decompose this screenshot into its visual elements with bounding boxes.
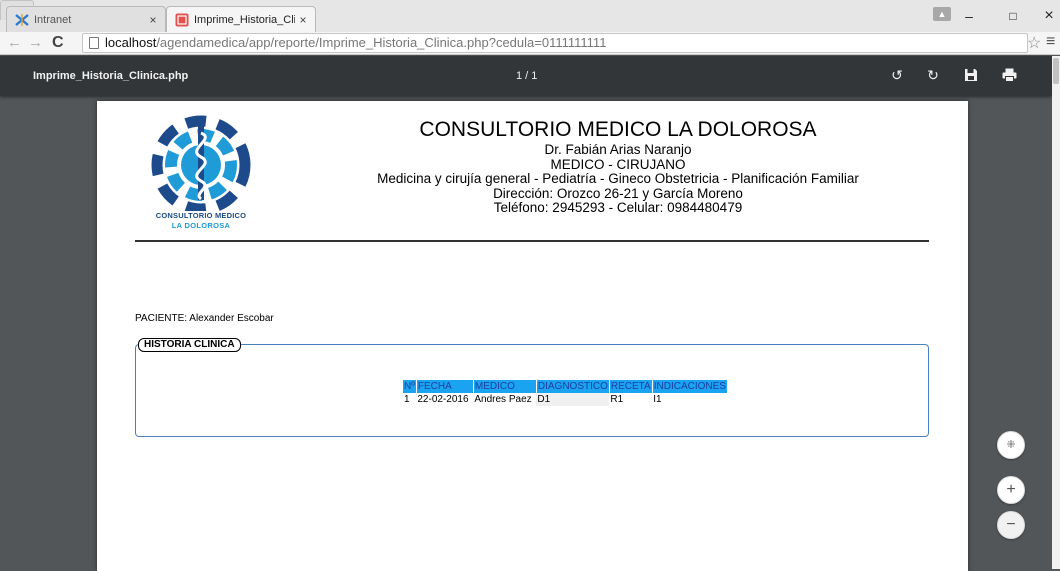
header-divider [135, 240, 929, 242]
cell-prescription: R1 [610, 394, 624, 405]
column-header: FECHA [416, 380, 474, 393]
table-header-row: Nº FECHA MEDICO DIAGNOSTICO RECETA INDIC… [403, 380, 728, 393]
clinic-name: CONSULTORIO MEDICO LA DOLOROSA [419, 118, 817, 141]
doctor-name: Dr. Fabián Arias Naranjo [544, 142, 692, 157]
pdf-toolbar: Imprime_Historia_Clinica.php 1 / 1 ↺ ↻ [0, 56, 1052, 96]
url-host: localhost [105, 35, 157, 50]
scrollbar-thumb[interactable] [1053, 58, 1059, 84]
maximize-button[interactable]: □ [1002, 6, 1024, 26]
pdf-favicon-icon [175, 13, 189, 26]
address-bar[interactable]: localhost/agendamedica/app/reporte/Impri… [82, 33, 1028, 53]
vertical-scrollbar[interactable] [1052, 56, 1060, 569]
cell-number: 1 [404, 394, 410, 405]
column-header: Nº [403, 380, 417, 393]
back-arrow-icon[interactable]: ← [7, 34, 22, 52]
rotate-counterclockwise-icon[interactable]: ↺ [887, 65, 907, 85]
close-window-button[interactable]: × [1038, 6, 1060, 26]
browser-tab-bar: Intranet × Imprime_Historia_Clinica.p × … [0, 0, 1060, 32]
reload-icon[interactable]: C [52, 34, 64, 52]
address: Dirección: Orozco 26-21 y García Moreno [493, 185, 743, 201]
logo-text-line2: LA DOLOROSA [171, 221, 231, 230]
close-tab-icon[interactable]: × [295, 13, 311, 27]
pdf-page: CONSULTORIO MEDICO LA DOLOROSA CONSULTOR… [97, 101, 968, 571]
tab-title: Imprime_Historia_Clinica.p [194, 13, 295, 26]
letterhead: CONSULTORIO MEDICO LA DOLOROSA Dr. Fabiá… [333, 117, 903, 216]
tab-title: Intranet [34, 13, 72, 26]
column-header: MEDICO [473, 380, 537, 393]
cell-diagnosis: D1 [536, 393, 610, 406]
history-legend: HISTORIA CLINICA [138, 338, 241, 352]
minimize-button[interactable]: – [958, 6, 980, 26]
column-header: RECETA [609, 380, 653, 393]
tab-intranet[interactable]: Intranet × [6, 6, 166, 32]
doctor-title: MEDICO - CIRUJANO [550, 156, 686, 172]
cell-doctor: Andres Paez [474, 394, 532, 405]
zoom-out-icon[interactable]: − [997, 511, 1025, 539]
cell-indications: I1 [653, 394, 662, 405]
zoom-in-icon[interactable]: + [997, 476, 1025, 504]
bookmark-star-icon[interactable]: ☆ [1027, 33, 1041, 53]
tab-report[interactable]: Imprime_Historia_Clinica.p × [166, 6, 316, 32]
browser-toolbar: ← → C localhost/agendamedica/app/reporte… [0, 32, 1060, 55]
specialties: Medicina y cirujía general - Pediatría -… [377, 171, 859, 186]
print-icon[interactable] [999, 65, 1019, 85]
logo-text-line1: CONSULTORIO MEDICO [155, 211, 247, 220]
page-icon [89, 37, 99, 49]
user-profile-icon[interactable]: ▲ [933, 7, 951, 21]
forward-arrow-icon[interactable]: → [28, 34, 43, 52]
intranet-favicon-icon [15, 13, 29, 26]
column-header: INDICACIONES [652, 380, 728, 393]
clinic-logo: CONSULTORIO MEDICO LA DOLOROSA [141, 115, 261, 233]
fit-page-icon[interactable]: ⁜ [997, 431, 1025, 459]
browser-menu-icon[interactable]: ≡ [1046, 33, 1055, 51]
pdf-file-name: Imprime_Historia_Clinica.php [33, 70, 189, 82]
column-header: DIAGNOSTICO [536, 380, 610, 393]
close-tab-icon[interactable]: × [145, 13, 161, 27]
url-path: /agendamedica/app/reporte/Imprime_Histor… [156, 35, 607, 50]
patient-line: PACIENTE: Alexander Escobar [135, 313, 274, 324]
cell-date: 22-02-2016 [417, 394, 469, 405]
rotate-clockwise-icon[interactable]: ↻ [923, 65, 943, 85]
page-indicator: 1 / 1 [516, 70, 538, 82]
medical-emblem-icon [151, 115, 251, 215]
save-icon[interactable] [961, 65, 981, 85]
table-row: 1 22-02-2016 Andres Paez D1 R1 I1 [403, 393, 727, 406]
phones: Teléfono: 2945293 - Celular: 0984480479 [493, 200, 743, 215]
history-table: Nº FECHA MEDICO DIAGNOSTICO RECETA INDIC… [403, 380, 728, 406]
